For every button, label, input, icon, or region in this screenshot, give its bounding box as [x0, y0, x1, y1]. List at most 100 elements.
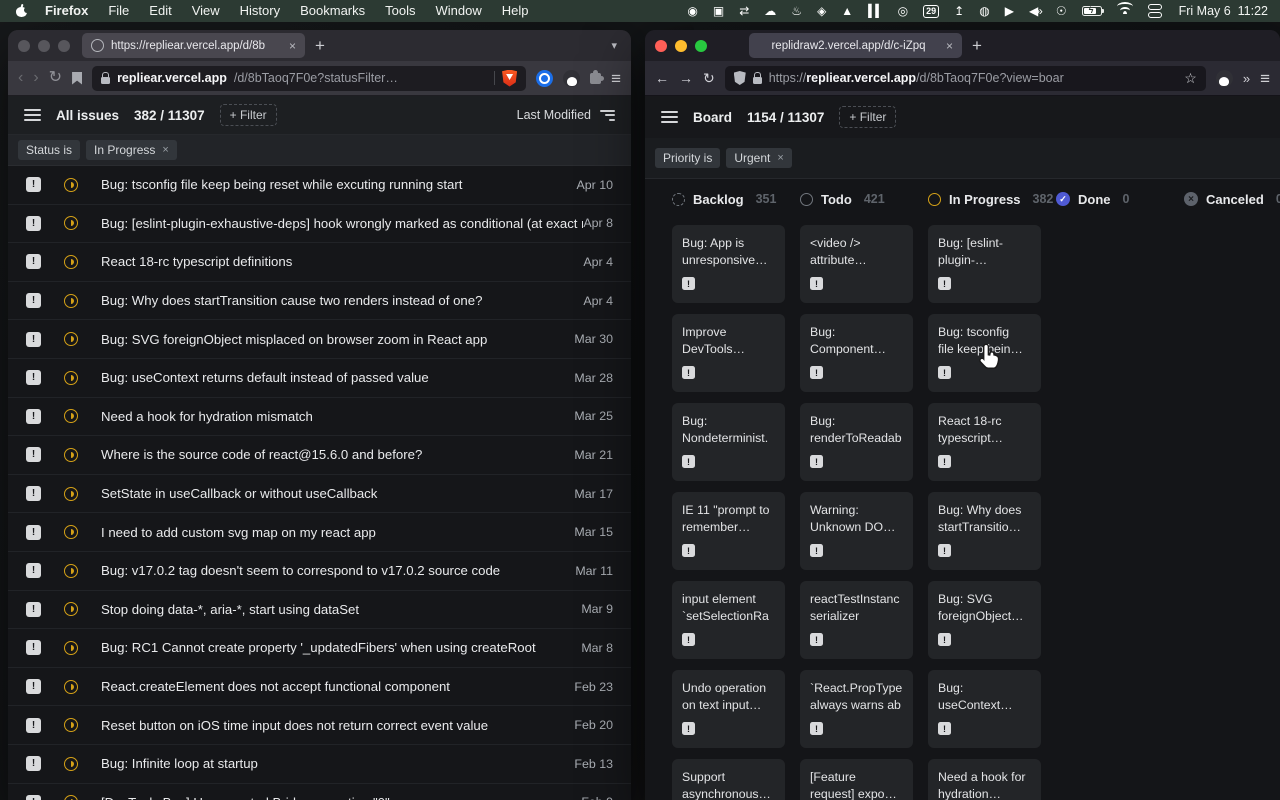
- brave-shield-icon[interactable]: [502, 70, 517, 87]
- close-window-button[interactable]: [18, 40, 30, 52]
- menu-bookmarks[interactable]: Bookmarks: [290, 0, 375, 22]
- cloud-icon[interactable]: ☁: [764, 0, 776, 22]
- board-card[interactable]: Bug: App isunresponsive…!: [672, 225, 785, 303]
- dropbox-icon[interactable]: ◈: [817, 0, 826, 22]
- issue-row[interactable]: !Bug: useContext returns default instead…: [8, 359, 631, 398]
- board-card[interactable]: Bug:Component…!: [800, 314, 913, 392]
- sync-icon[interactable]: ⇄: [739, 0, 749, 22]
- board-card[interactable]: Bug: Why doesstartTransitio…!: [928, 492, 1041, 570]
- reload-button[interactable]: ↻: [49, 70, 62, 86]
- close-window-button[interactable]: [655, 40, 667, 52]
- battery-icon[interactable]: ϟ: [1082, 6, 1102, 16]
- board-card[interactable]: ImproveDevTools…!: [672, 314, 785, 392]
- display-icon[interactable]: ▣: [713, 0, 724, 22]
- issue-row[interactable]: !Bug: SVG foreignObject misplaced on bro…: [8, 320, 631, 359]
- calendar-icon[interactable]: 29: [923, 5, 939, 18]
- browser-tab[interactable]: https://repliear.vercel.app/d/8b ×: [82, 33, 305, 58]
- menu-help[interactable]: Help: [492, 0, 539, 22]
- board-card[interactable]: `React.PropTypealways warns ab!: [800, 670, 913, 748]
- zoom-window-button[interactable]: [695, 40, 707, 52]
- siri-icon[interactable]: ☉: [1056, 0, 1067, 22]
- issue-row[interactable]: !Where is the source code of react@15.6.…: [8, 436, 631, 475]
- board-card[interactable]: Bug:renderToReadab!: [800, 403, 913, 481]
- issue-row[interactable]: !Bug: Infinite loop at startupFeb 13: [8, 745, 631, 784]
- board-card[interactable]: Warning:Unknown DO…!: [800, 492, 913, 570]
- board-card[interactable]: reactTestInstancserializer!: [800, 581, 913, 659]
- issue-row[interactable]: !Stop doing data-*, aria-*, start using …: [8, 591, 631, 630]
- issue-row[interactable]: !Bug: RC1 Cannot create property '_updat…: [8, 629, 631, 668]
- github-extension-icon[interactable]: [563, 70, 580, 87]
- remove-filter-icon[interactable]: ×: [777, 152, 783, 164]
- github-extension-icon[interactable]: [1216, 70, 1233, 87]
- new-tab-button[interactable]: +: [962, 36, 992, 56]
- stats-icon[interactable]: ▍▍: [868, 0, 882, 22]
- issue-row[interactable]: !React 18-rc typescript definitionsApr 4: [8, 243, 631, 282]
- sidebar-menu-button[interactable]: [661, 111, 678, 123]
- filter-field-chip[interactable]: Priority is: [655, 148, 720, 168]
- browser-menu-button[interactable]: ≡: [611, 70, 621, 87]
- zoom-window-button[interactable]: [58, 40, 70, 52]
- menu-window[interactable]: Window: [426, 0, 492, 22]
- browser-menu-button[interactable]: ≡: [1260, 70, 1270, 87]
- bookmark-icon[interactable]: [72, 72, 82, 85]
- filter-value-chip[interactable]: Urgent ×: [726, 148, 791, 168]
- address-bar[interactable]: repliear.vercel.app /d/8bTaoq7F0e?status…: [92, 66, 526, 91]
- remove-filter-icon[interactable]: ×: [162, 144, 168, 156]
- close-tab-icon[interactable]: ×: [946, 39, 953, 53]
- board-card[interactable]: Need a hook forhydration…!: [928, 759, 1041, 800]
- sort-control[interactable]: Last Modified: [517, 108, 615, 122]
- close-tab-icon[interactable]: ×: [289, 39, 296, 53]
- board-card[interactable]: [Featurerequest] expo…!: [800, 759, 913, 800]
- issue-row[interactable]: !Bug: tsconfig file keep being reset whi…: [8, 166, 631, 205]
- homebrew-icon[interactable]: ♨: [791, 0, 802, 22]
- screen-record-icon[interactable]: ◉: [687, 0, 697, 22]
- board-card[interactable]: Supportasynchronous…!: [672, 759, 785, 800]
- board-card[interactable]: Bug:Nondeterminist.!: [672, 403, 785, 481]
- issue-row[interactable]: !Need a hook for hydration mismatchMar 2…: [8, 398, 631, 437]
- issue-row[interactable]: !I need to add custom svg map on my reac…: [8, 513, 631, 552]
- forward-button[interactable]: →: [679, 71, 693, 85]
- overflow-menu-icon[interactable]: »: [1243, 71, 1250, 86]
- menu-edit[interactable]: Edit: [139, 0, 181, 22]
- forward-button[interactable]: ›: [33, 70, 38, 86]
- menu-history[interactable]: History: [230, 0, 290, 22]
- board-card[interactable]: input element`setSelectionRa!: [672, 581, 785, 659]
- apple-icon[interactable]: [16, 5, 27, 17]
- issue-row[interactable]: !React.createElement does not accept fun…: [8, 668, 631, 707]
- filter-field-chip[interactable]: Status is: [18, 140, 80, 160]
- browser-tab[interactable]: replidraw2.vercel.app/d/c-iZpq ×: [749, 33, 962, 58]
- back-button[interactable]: ←: [655, 71, 669, 85]
- menu-tools[interactable]: Tools: [375, 0, 425, 22]
- menu-clock[interactable]: Fri May 6 11:22: [1179, 4, 1268, 18]
- volume-icon[interactable]: ◀»: [1029, 0, 1041, 22]
- add-filter-button[interactable]: + Filter: [220, 104, 277, 126]
- board-card[interactable]: IE 11 "prompt toremember…!: [672, 492, 785, 570]
- back-button[interactable]: ‹: [18, 70, 23, 86]
- minimize-window-button[interactable]: [675, 40, 687, 52]
- issue-row[interactable]: !Bug: [eslint-plugin-exhaustive-deps] ho…: [8, 205, 631, 244]
- issue-row[interactable]: ![DevTools Bug] Unsupported Bridge opera…: [8, 784, 631, 800]
- board-card[interactable]: Bug:useContext…!: [928, 670, 1041, 748]
- menu-file[interactable]: File: [98, 0, 139, 22]
- issue-row[interactable]: !SetState in useCallback or without useC…: [8, 475, 631, 514]
- play-icon[interactable]: ▶: [1005, 0, 1014, 22]
- board-card[interactable]: React 18-rctypescript…!: [928, 403, 1041, 481]
- bookmark-star-icon[interactable]: ☆: [1184, 70, 1197, 87]
- board-card[interactable]: <video />attribute…!: [800, 225, 913, 303]
- issue-row[interactable]: !Bug: v17.0.2 tag doesn't seem to corres…: [8, 552, 631, 591]
- vercel-icon[interactable]: ▲: [841, 0, 853, 22]
- control-center-icon[interactable]: [1148, 4, 1162, 18]
- power-icon[interactable]: ◍: [979, 0, 989, 22]
- board-card[interactable]: Bug: [eslint-plugin-…!: [928, 225, 1041, 303]
- tracking-protection-shield-icon[interactable]: [734, 71, 746, 85]
- extensions-icon[interactable]: [590, 73, 601, 84]
- board-card[interactable]: Bug: SVGforeignObject…!: [928, 581, 1041, 659]
- tab-list-button[interactable]: ▾: [611, 39, 621, 52]
- wifi-icon[interactable]: [1117, 5, 1133, 17]
- menu-firefox[interactable]: Firefox: [35, 0, 98, 22]
- issue-row[interactable]: !Reset button on iOS time input does not…: [8, 706, 631, 745]
- board-card[interactable]: Undo operationon text input…!: [672, 670, 785, 748]
- issue-row[interactable]: !Bug: Why does startTransition cause two…: [8, 282, 631, 321]
- address-bar[interactable]: https:// repliear.vercel.app /d/8bTaoq7F…: [725, 66, 1206, 91]
- tray-icon[interactable]: ↥: [954, 0, 964, 22]
